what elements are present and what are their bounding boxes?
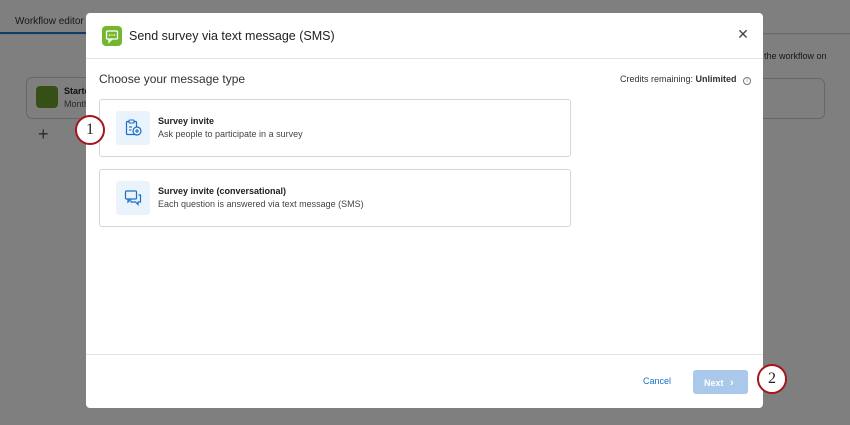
sms-survey-modal: Send survey via text message (SMS) ✕ Cho… [86,13,763,408]
option-survey-invite[interactable]: Survey invite Ask people to participate … [99,99,571,157]
chevron-right-icon: › [730,377,734,389]
info-icon[interactable]: i [743,77,752,85]
next-button-label: Next [704,378,724,388]
option-subtitle: Ask people to participate in a survey [158,129,303,139]
callout-marker-1: 1 [75,115,105,145]
next-button[interactable]: Next › [693,370,748,394]
modal-header: Send survey via text message (SMS) ✕ [86,13,763,59]
section-title: Choose your message type [99,72,246,86]
credits-value: Unlimited [695,74,737,84]
callout-marker-2: 2 [757,364,787,394]
sms-icon [102,26,122,46]
option-title: Survey invite [158,116,215,126]
modal-footer: Cancel Next › [86,354,763,408]
option-subtitle: Each question is answered via text messa… [158,199,364,209]
modal-title: Send survey via text message (SMS) [129,29,335,43]
cancel-button[interactable]: Cancel [643,376,671,386]
credits-label: Credits remaining: [620,74,694,84]
option-survey-invite-conversational[interactable]: Survey invite (conversational) Each ques… [99,169,571,227]
close-icon[interactable]: ✕ [734,25,752,43]
option-title: Survey invite (conversational) [158,186,287,196]
chat-bubbles-icon [116,181,150,215]
credits-remaining: Credits remaining: Unlimited i [620,74,752,85]
clipboard-add-icon [116,111,150,145]
